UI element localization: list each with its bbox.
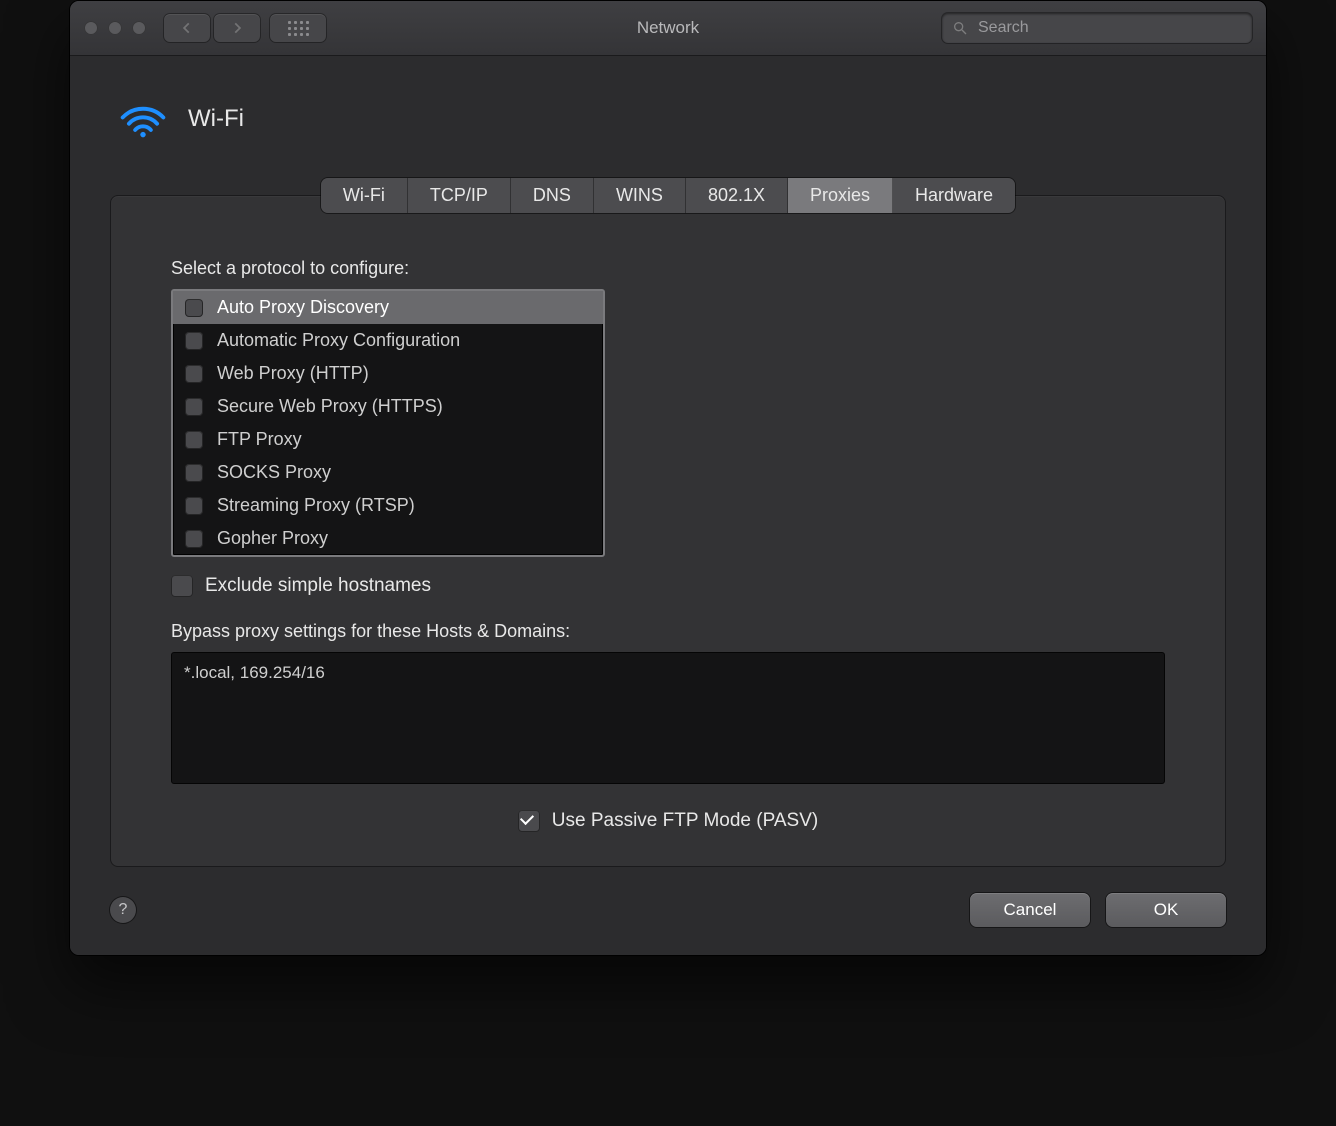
- protocol-row[interactable]: SOCKS Proxy: [173, 456, 603, 489]
- protocol-label: Secure Web Proxy (HTTPS): [217, 396, 443, 417]
- protocol-row[interactable]: Web Proxy (HTTP): [173, 357, 603, 390]
- show-all-button[interactable]: [270, 14, 326, 42]
- protocol-row[interactable]: Streaming Proxy (RTSP): [173, 489, 603, 522]
- exclude-simple-label: Exclude simple hostnames: [205, 575, 431, 597]
- tab-dns[interactable]: DNS: [511, 178, 594, 213]
- zoom-window-button[interactable]: [132, 21, 146, 35]
- bypass-label: Bypass proxy settings for these Hosts & …: [171, 621, 1165, 642]
- nav-buttons: [164, 14, 260, 42]
- search-field[interactable]: [942, 13, 1252, 43]
- bypass-section: Bypass proxy settings for these Hosts & …: [171, 621, 1165, 784]
- protocol-checkbox[interactable]: [185, 365, 203, 383]
- tab-tcp-ip[interactable]: TCP/IP: [408, 178, 511, 213]
- protocol-checkbox[interactable]: [185, 497, 203, 515]
- tab-wi-fi[interactable]: Wi-Fi: [321, 178, 408, 213]
- protocol-label: Auto Proxy Discovery: [217, 297, 389, 318]
- protocol-row[interactable]: Secure Web Proxy (HTTPS): [173, 390, 603, 423]
- chevron-right-icon: [230, 21, 244, 35]
- traffic-lights: [84, 21, 146, 35]
- pasv-checkbox[interactable]: [518, 810, 540, 832]
- tab-wins[interactable]: WINS: [594, 178, 686, 213]
- protocol-row[interactable]: Automatic Proxy Configuration: [173, 324, 603, 357]
- protocol-label: Web Proxy (HTTP): [217, 363, 369, 384]
- pasv-label: Use Passive FTP Mode (PASV): [552, 810, 818, 832]
- search-icon: [952, 20, 968, 36]
- protocol-label: Streaming Proxy (RTSP): [217, 495, 415, 516]
- minimize-window-button[interactable]: [108, 21, 122, 35]
- titlebar: Network: [70, 1, 1266, 56]
- body: Wi-Fi Wi-FiTCP/IPDNSWINS802.1XProxiesHar…: [70, 56, 1266, 955]
- wifi-icon: [118, 100, 168, 138]
- bypass-textarea[interactable]: *.local, 169.254/16: [171, 652, 1165, 784]
- tab-802-1x[interactable]: 802.1X: [686, 178, 788, 213]
- help-button[interactable]: ?: [110, 897, 136, 923]
- tab-proxies[interactable]: Proxies: [788, 178, 893, 213]
- protocol-row[interactable]: Gopher Proxy: [173, 522, 603, 555]
- grid-icon: [288, 21, 309, 36]
- exclude-simple-checkbox[interactable]: [171, 575, 193, 597]
- chevron-left-icon: [180, 21, 194, 35]
- search-input[interactable]: [976, 18, 1242, 38]
- protocol-checkbox[interactable]: [185, 299, 203, 317]
- forward-button[interactable]: [214, 14, 260, 42]
- select-protocol-label: Select a protocol to configure:: [171, 258, 1165, 279]
- protocol-checkbox[interactable]: [185, 431, 203, 449]
- protocol-list[interactable]: Auto Proxy Discovery Automatic Proxy Conf…: [171, 289, 605, 557]
- preferences-window: Network Wi-Fi Wi-FiTCP/IPDNSWINS802.1XPr…: [69, 0, 1267, 956]
- pasv-row[interactable]: Use Passive FTP Mode (PASV): [171, 810, 1165, 832]
- cancel-button[interactable]: Cancel: [970, 893, 1090, 927]
- protocol-row[interactable]: FTP Proxy: [173, 423, 603, 456]
- protocol-row[interactable]: Auto Proxy Discovery: [173, 291, 603, 324]
- settings-tabs: Wi-FiTCP/IPDNSWINS802.1XProxiesHardware: [321, 178, 1015, 213]
- protocol-label: Automatic Proxy Configuration: [217, 330, 460, 351]
- protocol-label: FTP Proxy: [217, 429, 302, 450]
- exclude-simple-hostnames-row[interactable]: Exclude simple hostnames: [171, 575, 1165, 597]
- tab-hardware[interactable]: Hardware: [893, 178, 1015, 213]
- protocol-checkbox[interactable]: [185, 332, 203, 350]
- protocol-label: Gopher Proxy: [217, 528, 328, 549]
- protocol-label: SOCKS Proxy: [217, 462, 331, 483]
- back-button[interactable]: [164, 14, 210, 42]
- footer: ? Cancel OK: [110, 893, 1226, 927]
- protocol-checkbox[interactable]: [185, 398, 203, 416]
- protocol-checkbox[interactable]: [185, 464, 203, 482]
- interface-header: Wi-Fi: [118, 100, 1226, 138]
- close-window-button[interactable]: [84, 21, 98, 35]
- ok-button[interactable]: OK: [1106, 893, 1226, 927]
- proxies-panel: Select a protocol to configure: Auto Pro…: [110, 195, 1226, 867]
- interface-name: Wi-Fi: [188, 105, 244, 133]
- protocol-checkbox[interactable]: [185, 530, 203, 548]
